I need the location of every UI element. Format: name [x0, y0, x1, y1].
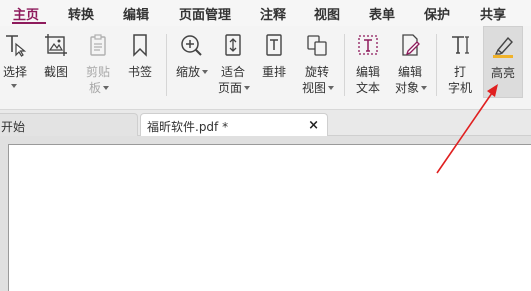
- text-cursor-icon: [2, 32, 28, 58]
- clipboard-icon: [85, 32, 111, 58]
- document-viewer[interactable]: [0, 136, 531, 291]
- fit-page-label: 适合 页面: [212, 64, 254, 96]
- zoom-in-icon: [178, 32, 204, 58]
- bookmark-label: 书签: [127, 65, 152, 79]
- zoom-label: 缩放: [172, 64, 210, 80]
- rotate-view-dropdown-caret[interactable]: [328, 86, 334, 90]
- bookmark-button[interactable]: 书签: [122, 26, 158, 106]
- edit-text-button[interactable]: 编辑 文本: [350, 26, 386, 106]
- document-tab-bar: 开始 福昕软件.pdf * ×: [0, 110, 531, 137]
- typewriter-icon: [447, 32, 473, 58]
- tab-document[interactable]: 福昕软件.pdf * ×: [140, 113, 328, 137]
- edit-object-button[interactable]: 编辑 对象: [390, 26, 430, 106]
- bookmark-icon: [127, 32, 153, 58]
- ribbon-toolbar: 选择 截图 剪贴 板 书签 缩放 适合 页面 重排 旋转 视图 编辑 文本 编辑…: [0, 26, 531, 110]
- menu-protect[interactable]: 保护: [424, 4, 450, 23]
- typewriter-button[interactable]: 打 字机: [442, 26, 478, 106]
- image-crop-icon: [43, 32, 69, 58]
- menu-convert[interactable]: 转换: [68, 4, 94, 23]
- select-tool-button[interactable]: 选择: [0, 26, 30, 106]
- fit-page-button[interactable]: 适合 页面: [212, 26, 254, 106]
- select-label: 选择: [2, 65, 27, 79]
- edit-object-label: 编辑 对象: [390, 64, 430, 96]
- menu-share[interactable]: 共享: [480, 4, 506, 23]
- close-icon[interactable]: ×: [308, 118, 319, 133]
- highlight-label: 高亮: [490, 66, 515, 80]
- highlight-button[interactable]: 高亮: [483, 26, 523, 98]
- tab-start-label: 开始: [1, 120, 26, 134]
- menu-view[interactable]: 视图: [314, 4, 340, 23]
- menu-page-management[interactable]: 页面管理: [179, 4, 231, 23]
- fit-page-dropdown-caret[interactable]: [244, 86, 250, 90]
- edit-object-dropdown-caret[interactable]: [421, 86, 427, 90]
- reflow-icon: [261, 32, 287, 58]
- tab-start[interactable]: 开始: [0, 113, 138, 136]
- active-menu-underline: [12, 22, 46, 24]
- ribbon-separator: [344, 34, 345, 96]
- menu-form[interactable]: 表单: [369, 4, 395, 23]
- clipboard-button[interactable]: 剪贴 板: [80, 26, 116, 106]
- fit-page-icon: [220, 32, 246, 58]
- menu-bar: 主页 转换 编辑 页面管理 注释 视图 表单 保护 共享: [0, 0, 531, 26]
- typewriter-label: 打 字机: [447, 65, 472, 95]
- menu-edit[interactable]: 编辑: [123, 4, 149, 23]
- clipboard-dropdown-caret[interactable]: [103, 86, 109, 90]
- select-dropdown-caret[interactable]: [11, 84, 17, 88]
- rotate-view-button[interactable]: 旋转 视图: [296, 26, 338, 106]
- tab-document-label: 福昕软件.pdf *: [147, 120, 229, 134]
- edit-object-icon: [397, 32, 423, 58]
- pdf-page[interactable]: [8, 144, 531, 291]
- reflow-label: 重排: [261, 65, 286, 79]
- ribbon-separator: [436, 34, 437, 96]
- rotate-view-label: 旋转 视图: [296, 64, 338, 96]
- edit-text-label: 编辑 文本: [355, 65, 380, 95]
- zoom-dropdown-caret[interactable]: [202, 70, 208, 74]
- highlighter-icon: [490, 33, 516, 59]
- ribbon-separator: [166, 34, 167, 96]
- menu-home[interactable]: 主页: [13, 4, 39, 23]
- screenshot-button[interactable]: 截图: [38, 26, 74, 106]
- menu-comment[interactable]: 注释: [260, 4, 286, 23]
- rotate-view-icon: [304, 32, 330, 58]
- zoom-button[interactable]: 缩放: [172, 26, 210, 106]
- edit-text-icon: [355, 32, 381, 58]
- screenshot-label: 截图: [43, 65, 68, 79]
- clipboard-label: 剪贴 板: [85, 65, 110, 95]
- reflow-button[interactable]: 重排: [256, 26, 292, 106]
